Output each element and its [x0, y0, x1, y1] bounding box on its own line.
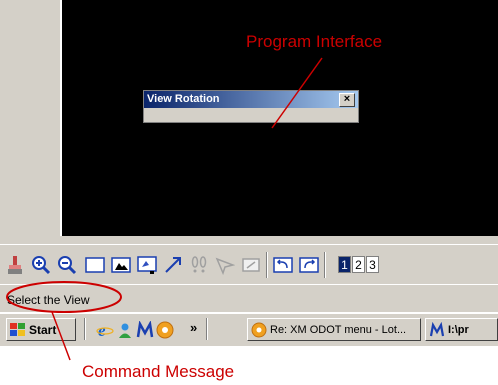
command-message-label: Command Message: [82, 362, 235, 381]
program-interface-pointer: [271, 57, 323, 129]
annotation-overlay: [6, 57, 323, 361]
command-message-highlight: [6, 281, 122, 313]
command-message-pointer: [51, 311, 71, 361]
program-interface-label: Program Interface: [246, 32, 383, 51]
